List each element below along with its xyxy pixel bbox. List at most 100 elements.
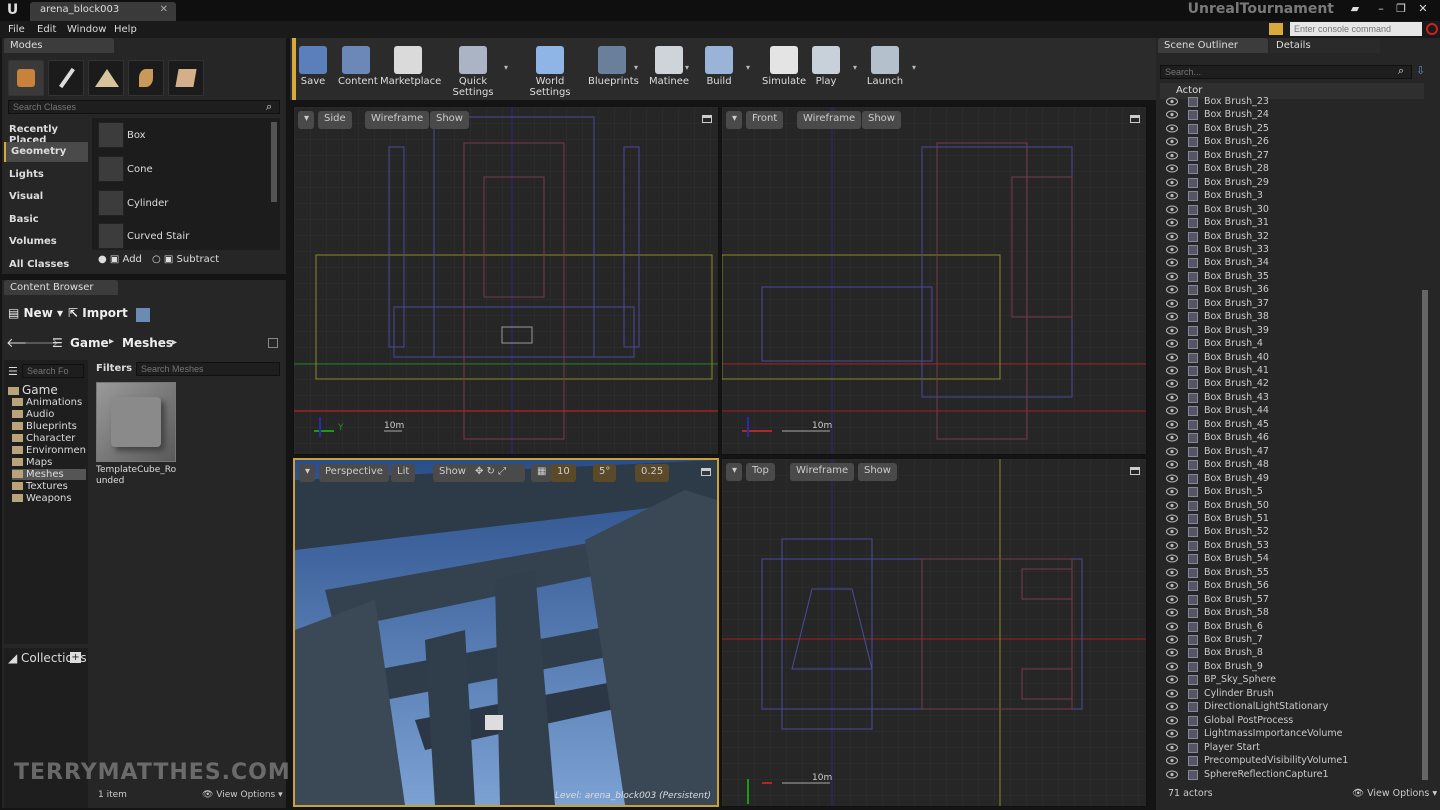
visibility-eye-icon[interactable] [1166,581,1178,590]
show-button[interactable]: Show [862,111,901,129]
visibility-eye-icon[interactable] [1166,379,1178,388]
outliner-row[interactable]: Global PostProcess [1162,715,1424,729]
visibility-eye-icon[interactable] [1166,97,1178,106]
rotation-snap-button[interactable]: 5° [593,464,617,482]
outliner-row[interactable]: Box Brush_46 [1162,432,1424,446]
visibility-eye-icon[interactable] [1166,756,1178,765]
tree-toggle-icon[interactable]: ☰ [8,365,18,378]
outliner-row[interactable]: Box Brush_58 [1162,607,1424,621]
outliner-row[interactable]: Box Brush_35 [1162,271,1424,285]
foliage-mode-button[interactable] [128,60,164,96]
outliner-row[interactable]: Box Brush_55 [1162,567,1424,581]
show-button[interactable]: Show [433,464,472,482]
visibility-eye-icon[interactable] [1166,541,1178,550]
visibility-eye-icon[interactable] [1166,514,1178,523]
menu-file[interactable]: File [8,24,25,35]
toolbar-save-button[interactable]: Save [298,42,328,94]
path-list-icon[interactable]: ☰ [52,336,63,350]
dropdown-arrow-icon[interactable]: ▾ [634,63,638,72]
close-window-button[interactable]: ✕ [1414,2,1432,16]
viewport-type-button[interactable]: Side [318,111,352,129]
place-item-curved-stair[interactable]: Curved Stair [94,221,270,253]
outliner-row[interactable]: Box Brush_6 [1162,621,1424,635]
outliner-row[interactable]: Box Brush_32 [1162,231,1424,245]
maximize-viewport-icon[interactable] [1130,115,1140,123]
visibility-eye-icon[interactable] [1166,770,1178,779]
visibility-eye-icon[interactable] [1166,568,1178,577]
paint-mode-button[interactable] [48,60,84,96]
outliner-row[interactable]: Box Brush_36 [1162,284,1424,298]
visibility-eye-icon[interactable] [1166,285,1178,294]
visibility-eye-icon[interactable] [1166,137,1178,146]
outliner-row[interactable]: Box Brush_54 [1162,553,1424,567]
view-mode-button[interactable]: Wireframe [790,463,855,481]
outliner-row[interactable]: Box Brush_37 [1162,298,1424,312]
visibility-eye-icon[interactable] [1166,689,1178,698]
dropdown-arrow-icon[interactable]: ▾ [685,63,689,72]
outliner-row[interactable]: Box Brush_9 [1162,661,1424,675]
visibility-eye-icon[interactable] [1166,527,1178,536]
outliner-row[interactable]: Box Brush_38 [1162,311,1424,325]
outliner-row[interactable]: Box Brush_8 [1162,647,1424,661]
outliner-view-options-button[interactable]: 👁 View Options ▾ [1352,788,1437,799]
visibility-eye-icon[interactable] [1166,124,1178,133]
outliner-row[interactable]: Box Brush_29 [1162,177,1424,191]
outliner-row[interactable]: Box Brush_49 [1162,473,1424,487]
visibility-eye-icon[interactable] [1166,312,1178,321]
transform-tools[interactable]: ✥ ↻ ⤢ [469,464,525,482]
outliner-row[interactable]: Box Brush_42 [1162,378,1424,392]
visibility-eye-icon[interactable] [1166,218,1178,227]
visibility-eye-icon[interactable] [1166,353,1178,362]
visibility-eye-icon[interactable] [1166,151,1178,160]
viewport-top[interactable]: ▾ Top Wireframe Show 10m [721,458,1147,807]
toolbar-marketplace-button[interactable]: Marketplace [380,42,441,94]
tab-scene-outliner[interactable]: Scene Outliner [1158,38,1268,53]
visibility-eye-icon[interactable] [1166,420,1178,429]
outliner-row[interactable]: Box Brush_24 [1162,109,1424,123]
visibility-eye-icon[interactable] [1166,447,1178,456]
folder-item[interactable]: Weapons [12,493,86,504]
menu-help[interactable]: Help [114,24,137,35]
viewport-front[interactable]: ▾ Front Wireframe Show 10m [721,106,1147,455]
visibility-eye-icon[interactable] [1166,501,1178,510]
outliner-row[interactable]: Box Brush_50 [1162,500,1424,514]
visibility-eye-icon[interactable] [1166,164,1178,173]
category-recently-placed[interactable]: Recently Placed [4,120,88,146]
visibility-eye-icon[interactable] [1166,232,1178,241]
visibility-eye-icon[interactable] [1166,662,1178,671]
outliner-row[interactable]: Box Brush_45 [1162,419,1424,433]
menu-window[interactable]: Window [67,24,106,35]
maximize-viewport-icon[interactable] [701,468,711,476]
outliner-row[interactable]: Box Brush_57 [1162,594,1424,608]
outliner-row[interactable]: LightmassImportanceVolume [1162,728,1424,742]
folder-item[interactable]: Audio [12,409,86,420]
folder-item[interactable]: Meshes [12,469,86,480]
outliner-row[interactable]: SphereReflectionCapture1 [1162,769,1424,783]
visibility-eye-icon[interactable] [1166,635,1178,644]
view-mode-button[interactable]: Wireframe [797,111,862,129]
category-basic[interactable]: Basic [4,210,88,230]
landscape-mode-button[interactable] [88,60,124,96]
outliner-row[interactable]: Box Brush_5 [1162,486,1424,500]
outliner-row[interactable]: Player Start [1162,742,1424,756]
visibility-eye-icon[interactable] [1166,178,1178,187]
outliner-search-input[interactable] [1160,65,1412,79]
subtract-radio[interactable]: ○ ▣ Subtract [152,254,219,265]
visibility-eye-icon[interactable] [1166,326,1178,335]
import-button[interactable]: ⇱ Import [68,306,128,320]
save-all-icon[interactable] [136,308,150,322]
tab-modes[interactable]: Modes [4,38,114,53]
filters-button[interactable]: Filters ▾ [96,363,141,374]
category-all-classes[interactable]: All Classes [4,255,88,275]
toolbar-launch-button[interactable]: Launch [864,42,906,94]
category-volumes[interactable]: Volumes [4,232,88,252]
outliner-row[interactable]: Box Brush_40 [1162,352,1424,366]
folder-item[interactable]: Animations [12,397,86,408]
visibility-eye-icon[interactable] [1166,272,1178,281]
console-input[interactable] [1290,22,1422,36]
outliner-row[interactable]: Box Brush_44 [1162,405,1424,419]
place-item-cylinder[interactable]: Cylinder [94,188,270,220]
actor-column[interactable]: Actor [1176,85,1202,96]
outliner-row[interactable]: Box Brush_23 [1162,96,1424,110]
outliner-row[interactable]: Box Brush_27 [1162,150,1424,164]
